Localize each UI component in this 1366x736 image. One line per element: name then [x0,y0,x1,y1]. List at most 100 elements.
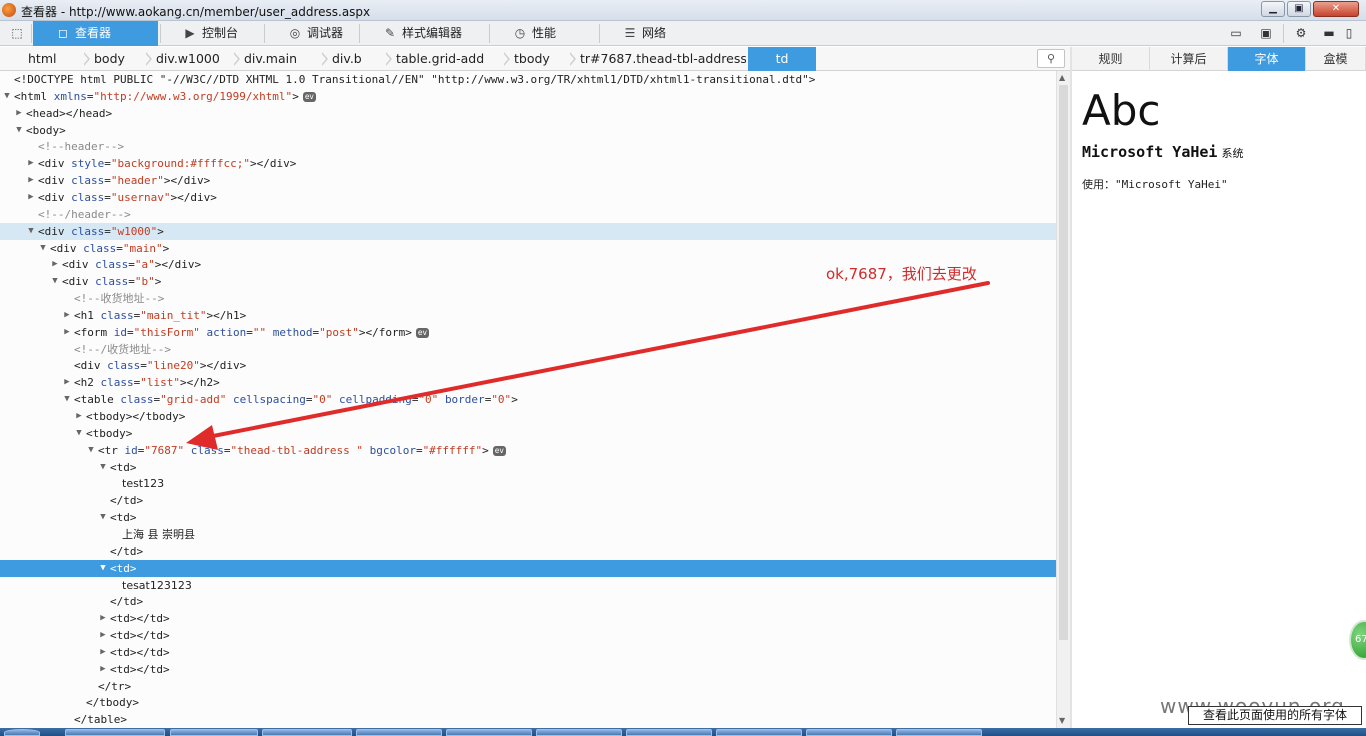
tree-row[interactable]: <!--header--> [0,138,1056,155]
tree-row[interactable]: ▼ <table class="grid-add" cellspacing="0"… [0,391,1056,408]
side-tab[interactable]: 盒模 [1306,47,1366,71]
collapse-twisty-icon[interactable]: ▼ [98,560,108,577]
expand-twisty-icon[interactable]: ▶ [98,661,108,678]
minimize-button[interactable]: ▁ [1261,1,1285,17]
expand-twisty-icon[interactable]: ▶ [62,324,72,341]
tree-row[interactable]: <!--收货地址--> [0,290,1056,307]
tree-row[interactable]: <!--/header--> [0,206,1056,223]
expand-twisty-icon[interactable]: ▶ [62,307,72,324]
tree-row[interactable]: ▼ <tr id="7687" class="thead-tbl-address … [0,442,1056,459]
expand-twisty-icon[interactable]: ▶ [26,189,36,206]
expand-twisty-icon[interactable]: ▶ [98,644,108,661]
tree-row[interactable]: ▶ <td></td> [0,661,1056,678]
tree-row[interactable]: </tbody> [0,694,1056,711]
pick-element-button[interactable]: ⬚ [6,21,28,46]
maximize-button[interactable]: ▣ [1287,1,1311,17]
collapse-twisty-icon[interactable]: ▼ [50,273,60,290]
taskbar-item[interactable] [65,729,165,736]
taskbar-item[interactable] [536,729,622,736]
tree-row[interactable]: ▼ <html xmlns="http://www.w3.org/1999/xht… [0,88,1056,105]
collapse-twisty-icon[interactable]: ▼ [2,88,12,105]
search-icon[interactable]: ⚲ [1037,49,1065,68]
tree-row[interactable]: ▼ <div class="w1000"> [0,223,1056,240]
tree-row[interactable]: ▼ <td> [0,509,1056,526]
tab-performance[interactable]: ◷ 性能 [490,21,597,46]
expand-twisty-icon[interactable]: ▶ [14,105,24,122]
expand-twisty-icon[interactable]: ▶ [26,155,36,172]
expand-twisty-icon[interactable]: ▶ [98,610,108,627]
breadcrumb-item[interactable]: table.grid-add [390,47,502,71]
tree-row[interactable]: </td> [0,543,1056,560]
expand-twisty-icon[interactable]: ▶ [62,374,72,391]
breadcrumb-item[interactable]: div.w1000 [150,47,232,71]
taskbar-item[interactable] [262,729,352,736]
screenshot-icon[interactable]: ▣ [1258,25,1274,41]
tab-network[interactable]: ☰ 网络 [600,21,690,46]
collapse-twisty-icon[interactable]: ▼ [98,459,108,476]
tab-debugger[interactable]: ◎ 调试器 [265,21,357,46]
tree-row[interactable]: <!--/收货地址--> [0,341,1056,358]
all-fonts-button[interactable]: 查看此页面使用的所有字体 [1188,706,1362,725]
taskbar-item[interactable] [716,729,802,736]
taskbar-item[interactable] [446,729,532,736]
tree-row[interactable]: </td> [0,593,1056,610]
collapse-twisty-icon[interactable]: ▼ [74,425,84,442]
tree-row[interactable]: ▼ <div class="main"> [0,240,1056,257]
taskbar-item[interactable] [896,729,982,736]
expand-twisty-icon[interactable]: ▶ [26,172,36,189]
tab-console[interactable]: ▶ 控制台 [160,21,262,46]
tree-row[interactable]: ▶ <td></td> [0,644,1056,661]
tree-row[interactable]: 上海 县 崇明县 [0,526,1056,543]
taskbar-item[interactable] [806,729,892,736]
tree-row[interactable]: ▶ <form id="thisForm" action="" method="p… [0,324,1056,341]
taskbar-item[interactable] [170,729,258,736]
tree-row[interactable]: <div class="line20"></div> [0,357,1056,374]
tree-row[interactable]: ▶ <h2 class="list"></h2> [0,374,1056,391]
tree-row[interactable]: ▼ <td> [0,459,1056,476]
tree-row[interactable]: ▼ <body> [0,122,1056,139]
collapse-twisty-icon[interactable]: ▼ [14,122,24,139]
breadcrumb-item[interactable]: tbody [508,47,568,71]
tree-row[interactable]: ▶ <td></td> [0,610,1056,627]
tab-inspector[interactable]: ◻ 查看器 [33,21,158,46]
split-console-icon[interactable]: ▭ [1228,25,1244,41]
side-tab[interactable]: 规则 [1072,47,1150,71]
tree-row[interactable]: ▶ <h1 class="main_tit"></h1> [0,307,1056,324]
breadcrumb-item[interactable]: td [748,47,816,71]
breadcrumb-item[interactable]: div.b [326,47,384,71]
side-tab[interactable]: 字体 [1228,47,1306,71]
tree-row[interactable]: ▶ <head></head> [0,105,1056,122]
event-badge-icon[interactable]: ev [492,446,506,456]
tree-row[interactable]: ▶ <td></td> [0,627,1056,644]
scroll-up-icon[interactable]: ▲ [1059,73,1065,82]
tree-row[interactable]: ▼ <td> [0,560,1056,577]
expand-twisty-icon[interactable]: ▶ [74,408,84,425]
event-badge-icon[interactable]: ev [415,328,429,338]
tree-row[interactable]: ▼ <tbody> [0,425,1056,442]
collapse-twisty-icon[interactable]: ▼ [62,391,72,408]
breadcrumb-item[interactable]: tr#7687.thead-tbl-address. [574,47,746,71]
tree-row[interactable]: tesat123123 [0,577,1056,594]
collapse-twisty-icon[interactable]: ▼ [86,442,96,459]
tree-row[interactable]: </table> [0,711,1056,728]
settings-gear-icon[interactable]: ⚙ [1293,25,1309,41]
side-tab[interactable]: 计算后 [1150,47,1228,71]
collapse-twisty-icon[interactable]: ▼ [26,223,36,240]
dock-bottom-icon[interactable]: ▬ [1321,25,1337,41]
breadcrumb-item[interactable]: body [88,47,144,71]
collapse-twisty-icon[interactable]: ▼ [38,240,48,257]
tree-row[interactable]: ▶ <tbody></tbody> [0,408,1056,425]
markup-scrollbar[interactable]: ▲ ▼ [1056,71,1070,728]
start-button[interactable] [4,729,40,736]
close-window-button[interactable]: ✕ [1313,1,1359,17]
tree-row[interactable]: </tr> [0,678,1056,695]
taskbar-item[interactable] [356,729,442,736]
dock-side-icon[interactable]: ▯ [1341,25,1357,41]
scrollbar-thumb[interactable] [1059,85,1068,640]
tree-row[interactable]: ▶ <div style="background:#ffffcc;"></div> [0,155,1056,172]
breadcrumb-item[interactable]: div.main [238,47,320,71]
tree-row[interactable]: <!DOCTYPE html PUBLIC "-//W3C//DTD XHTML… [0,71,1056,88]
tree-row[interactable]: test123 [0,475,1056,492]
expand-twisty-icon[interactable]: ▶ [98,627,108,644]
scroll-down-icon[interactable]: ▼ [1059,716,1065,725]
